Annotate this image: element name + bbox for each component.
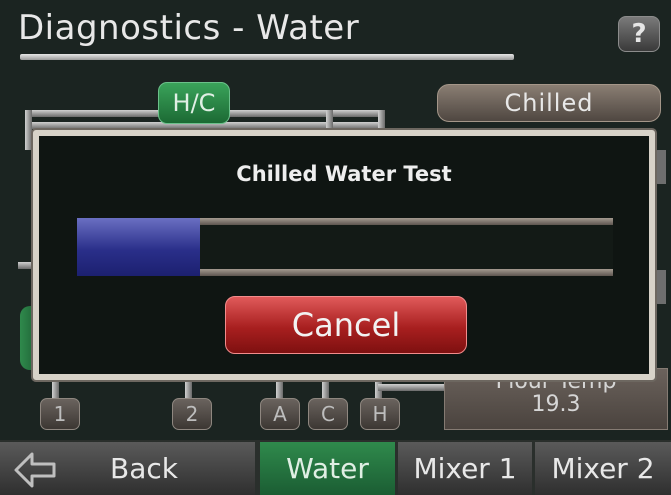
pipe (378, 384, 446, 391)
valve-c[interactable]: C (308, 398, 348, 430)
back-label: Back (110, 452, 178, 485)
progress-bar (77, 218, 613, 276)
back-button[interactable]: Back (0, 442, 255, 495)
valve-h[interactable]: H (360, 398, 400, 430)
chilled-button[interactable]: Chilled (437, 84, 661, 122)
page-title: Diagnostics - Water (18, 8, 360, 48)
tab-water[interactable]: Water (260, 442, 395, 495)
valve-2[interactable]: 2 (172, 398, 212, 430)
tab-mixer-1[interactable]: Mixer 1 (398, 442, 532, 495)
flour-temp-value: 19.3 (531, 392, 581, 417)
pipe (25, 110, 32, 150)
cancel-button[interactable]: Cancel (225, 296, 467, 354)
title-underline (20, 54, 514, 60)
hc-button[interactable]: H/C (158, 82, 230, 124)
back-arrow-icon (14, 452, 56, 488)
test-dialog: Chilled Water Test Cancel (33, 130, 655, 380)
dialog-title: Chilled Water Test (236, 162, 452, 186)
tab-mixer-2[interactable]: Mixer 2 (535, 442, 671, 495)
bottom-nav: Back Water Mixer 1 Mixer 2 (0, 440, 671, 495)
progress-fill (77, 218, 201, 276)
valve-1[interactable]: 1 (40, 398, 80, 430)
valve-a[interactable]: A (260, 398, 300, 430)
help-button[interactable]: ? (618, 16, 660, 52)
